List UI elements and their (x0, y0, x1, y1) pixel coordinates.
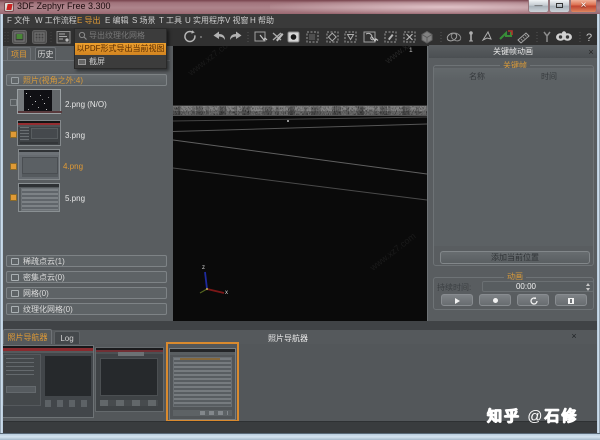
svg-text:x: x (225, 290, 228, 296)
svg-text:?: ? (586, 32, 592, 44)
svg-text:z: z (202, 265, 205, 271)
